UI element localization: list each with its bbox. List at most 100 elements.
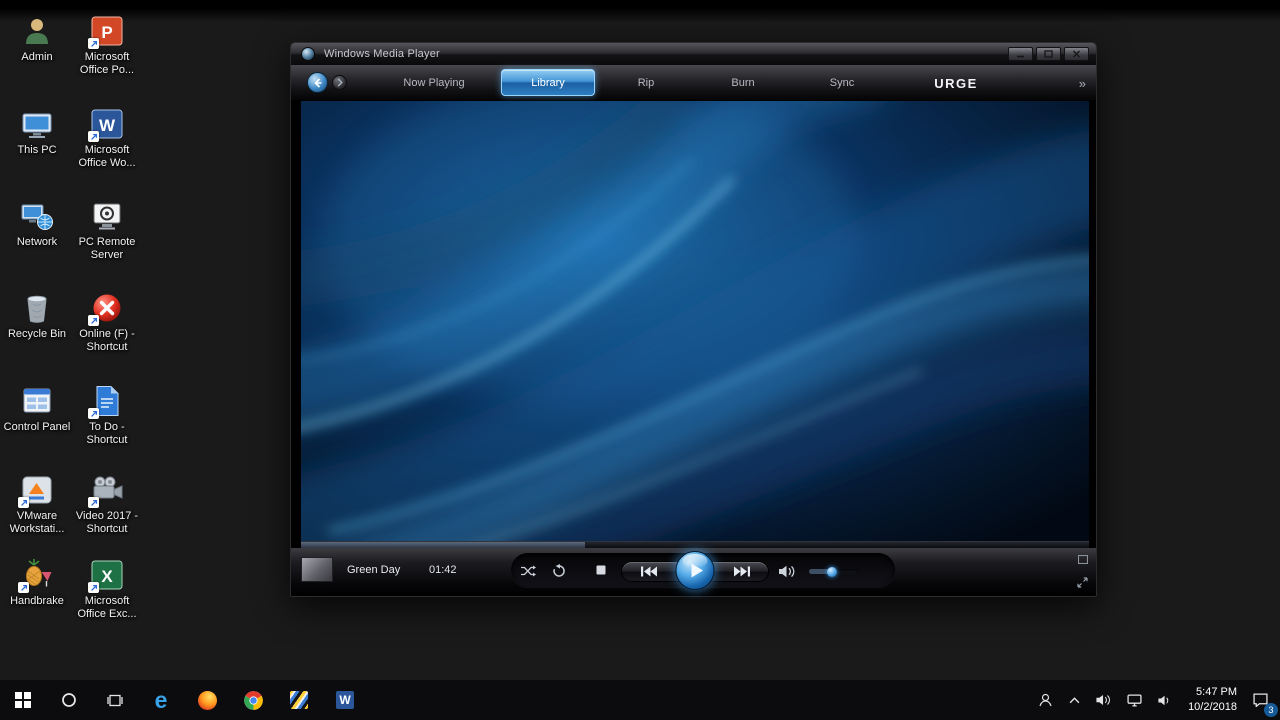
document-icon xyxy=(88,383,126,419)
repeat-button[interactable] xyxy=(552,564,566,578)
wmp-tabbar: Now Playing Library Rip Burn Sync URGE » xyxy=(291,65,1096,101)
desktop-icon-label: Recycle Bin xyxy=(8,328,66,341)
word-taskbar-icon[interactable]: W xyxy=(322,680,368,720)
desktop-icon-label: Network xyxy=(17,236,57,249)
shortcut-arrow-icon xyxy=(88,497,99,508)
minimize-button[interactable] xyxy=(1008,47,1033,61)
window-title: Windows Media Player xyxy=(324,48,440,60)
desktop-icon-powerpoint[interactable]: P Microsoft Office Po... xyxy=(72,13,142,77)
volume-icon[interactable] xyxy=(1088,680,1119,720)
clock-date: 10/2/2018 xyxy=(1188,700,1237,715)
desktop-screen: Admin P Microsoft Office Po... This PC xyxy=(0,0,1280,720)
taskbar: e W xyxy=(0,680,1280,720)
maximize-button[interactable] xyxy=(1036,47,1061,61)
desktop-icon-online-shortcut[interactable]: Online (F) - Shortcut xyxy=(72,290,142,354)
desktop-icon-label: VMware Workstati... xyxy=(2,510,72,536)
desktop-icon-label: Handbrake xyxy=(10,595,64,608)
wmp-titlebar[interactable]: Windows Media Player xyxy=(291,43,1096,65)
chevron-up-icon[interactable] xyxy=(1061,680,1088,720)
vmware-icon xyxy=(18,472,56,508)
wmp-window: Windows Media Player Now Playing xyxy=(290,42,1097,597)
volume-slider[interactable] xyxy=(809,569,859,574)
powerpoint-icon: P xyxy=(88,13,126,49)
control-panel-icon xyxy=(18,383,56,419)
tab-rip[interactable]: Rip xyxy=(626,65,667,101)
desktop-icon-label: This PC xyxy=(17,144,56,157)
svg-text:P: P xyxy=(101,23,112,42)
camcorder-icon xyxy=(88,472,126,508)
firefox-icon[interactable] xyxy=(184,680,230,720)
desktop-icon-admin[interactable]: Admin xyxy=(2,13,72,64)
shortcut-arrow-icon xyxy=(88,408,99,419)
tab-burn[interactable]: Burn xyxy=(719,65,766,101)
tab-sync[interactable]: Sync xyxy=(818,65,866,101)
network-icon[interactable] xyxy=(1119,680,1150,720)
chrome-icon[interactable] xyxy=(230,680,276,720)
tab-urge[interactable]: URGE xyxy=(922,65,990,101)
svg-text:W: W xyxy=(99,116,116,135)
excel-icon: X xyxy=(88,557,126,593)
desktop-icon-control-panel[interactable]: Control Panel xyxy=(2,383,72,434)
desktop-icon-pc-remote-server[interactable]: PC Remote Server xyxy=(72,198,142,262)
taskbar-clock[interactable]: 5:47 PM 10/2/2018 xyxy=(1180,685,1245,715)
desktop-icon-label: Online (F) - Shortcut xyxy=(72,328,142,354)
previous-button[interactable] xyxy=(641,566,658,577)
edge-icon[interactable]: e xyxy=(138,680,184,720)
desktop-icon-this-pc[interactable]: This PC xyxy=(2,106,72,157)
desktop-icon-label: Microsoft Office Wo... xyxy=(72,144,142,170)
recycle-bin-icon xyxy=(18,290,56,326)
desktop-icon-word[interactable]: W Microsoft Office Wo... xyxy=(72,106,142,170)
remote-server-icon xyxy=(88,198,126,234)
handbrake-icon xyxy=(18,557,56,593)
notification-center-icon[interactable]: 3 xyxy=(1245,680,1280,720)
search-icon[interactable] xyxy=(46,680,92,720)
wmp-logo-icon[interactable] xyxy=(301,47,315,61)
elapsed-time: 01:42 xyxy=(429,564,457,576)
shortcut-arrow-icon xyxy=(88,38,99,49)
desktop-icon-excel[interactable]: X Microsoft Office Exc... xyxy=(72,557,142,621)
close-button[interactable] xyxy=(1064,47,1089,61)
task-view-button[interactable] xyxy=(92,680,138,720)
shortcut-arrow-icon xyxy=(88,582,99,593)
desktop-icon-handbrake[interactable]: Handbrake xyxy=(2,557,72,608)
tab-library[interactable]: Library xyxy=(501,69,595,96)
play-button[interactable] xyxy=(676,551,715,590)
tab-now-playing[interactable]: Now Playing xyxy=(391,65,476,101)
desktop-icon-recycle-bin[interactable]: Recycle Bin xyxy=(2,290,72,341)
shortcut-arrow-icon xyxy=(88,315,99,326)
desktop-icon-label: Admin xyxy=(21,51,52,64)
shortcut-arrow-icon xyxy=(18,497,29,508)
desktop-icon-video-shortcut[interactable]: Video 2017 - Shortcut xyxy=(72,472,142,536)
back-button[interactable] xyxy=(307,72,328,93)
shuffle-button[interactable] xyxy=(520,565,536,577)
visualization-area[interactable] xyxy=(301,101,1089,541)
user-icon xyxy=(18,13,56,49)
tab-overflow-chevron[interactable]: » xyxy=(1079,65,1086,101)
seek-bar[interactable] xyxy=(301,541,1089,548)
desktop-icon-vmware[interactable]: VMware Workstati... xyxy=(2,472,72,536)
striped-app-icon[interactable] xyxy=(276,680,322,720)
computer-icon xyxy=(18,106,56,142)
forward-button[interactable] xyxy=(332,75,347,90)
clock-time: 5:47 PM xyxy=(1188,685,1237,700)
desktop-icon-label: Microsoft Office Exc... xyxy=(72,595,142,621)
desktop-icon-label: PC Remote Server xyxy=(72,236,142,262)
fullscreen-icon[interactable] xyxy=(1077,575,1088,593)
sound-icon[interactable] xyxy=(1150,680,1180,720)
shortcut-arrow-icon xyxy=(18,582,29,593)
people-icon[interactable] xyxy=(1030,680,1061,720)
next-button[interactable] xyxy=(734,566,751,577)
desktop-icon-todo-shortcut[interactable]: To Do - Shortcut xyxy=(72,383,142,447)
desktop-icon-label: To Do - Shortcut xyxy=(72,421,142,447)
desktop-icon-network[interactable]: Network xyxy=(2,198,72,249)
start-button[interactable] xyxy=(0,680,46,720)
now-playing-artist: Green Day xyxy=(347,564,400,576)
svg-text:X: X xyxy=(101,567,113,586)
desktop-icon-label: Video 2017 - Shortcut xyxy=(72,510,142,536)
shortcut-arrow-icon xyxy=(88,131,99,142)
mute-button[interactable] xyxy=(779,565,796,578)
stop-button[interactable] xyxy=(596,565,606,575)
volume-thumb[interactable] xyxy=(827,567,837,577)
notification-badge: 3 xyxy=(1264,703,1278,717)
compact-mode-icon[interactable] xyxy=(1078,551,1088,569)
